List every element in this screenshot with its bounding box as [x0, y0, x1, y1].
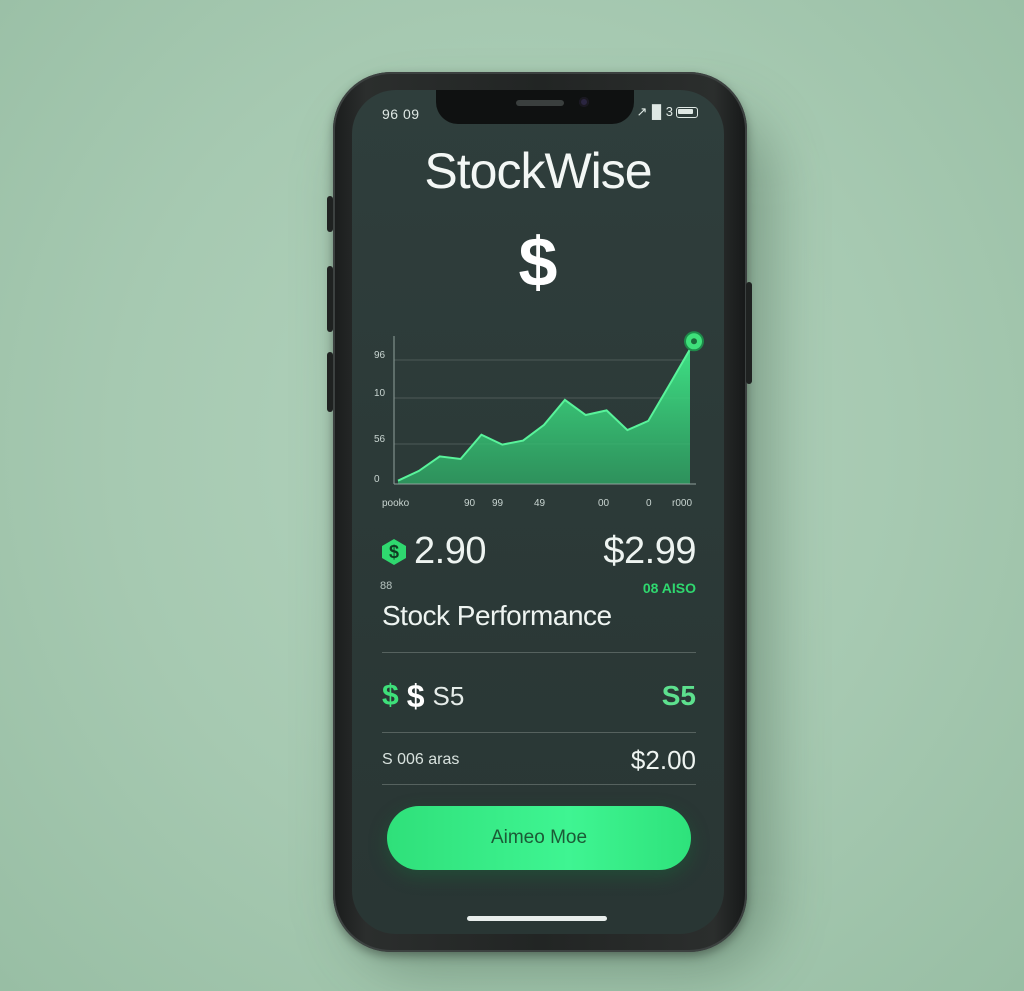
stock-chart: 96 10 56 0 pooko 90 99 49 00 0 r000	[374, 326, 704, 516]
front-camera	[579, 97, 589, 107]
x-tick-label: r000	[672, 498, 693, 509]
mute-switch	[327, 352, 333, 412]
status-time: 96 09	[382, 106, 420, 122]
chart-endpoint-dot	[691, 338, 697, 345]
primary-action-button[interactable]: Aimeo Moe	[387, 806, 691, 870]
comparison-price: $2.99	[603, 530, 696, 572]
power-button	[746, 282, 752, 384]
chart-area	[398, 349, 690, 484]
app-title: StockWise	[424, 143, 652, 199]
home-indicator[interactable]	[467, 916, 607, 921]
battery-icon	[676, 106, 698, 118]
dollar-logo-icon: $	[518, 223, 558, 301]
row-value: $2.00	[630, 744, 696, 775]
row-value: S5	[661, 680, 696, 711]
phone-screen: 96 09 ↗▐▌3 StockWise $ 96 10 56 0 pooko 90 99…	[352, 90, 724, 934]
chart-svg	[393, 331, 704, 485]
x-tick-label: 90	[464, 498, 476, 509]
volume-down-button	[327, 266, 333, 332]
signal-icon: ↗▐▌3	[636, 104, 673, 119]
x-tick-label: 49	[534, 498, 546, 509]
y-tick-label: 0	[374, 474, 380, 485]
current-price: 2.90	[414, 530, 486, 572]
divider	[382, 652, 696, 653]
speaker	[516, 100, 564, 106]
price-sublabel: 88	[380, 580, 393, 592]
x-tick-label: pooko	[382, 498, 410, 509]
price-change-badge: 08 AISO	[642, 580, 696, 596]
status-icons: ↗▐▌3	[636, 104, 698, 120]
notch	[436, 90, 634, 124]
dollar-white-icon: $	[406, 677, 425, 714]
dollar-green-icon: $	[382, 679, 399, 712]
list-item[interactable]: S 006 aras $2.00	[382, 740, 696, 780]
list-item[interactable]: $ $ S5 S5	[382, 676, 696, 716]
price-left: $ 2.90	[380, 530, 486, 573]
x-tick-label: 0	[646, 498, 652, 509]
section-title: Stock Performance	[382, 600, 612, 631]
dollar-coin-icon: $	[382, 538, 406, 565]
x-tick-label: 99	[492, 498, 504, 509]
x-tick-label: 00	[598, 498, 610, 509]
divider	[382, 732, 696, 733]
y-tick-label: 10	[374, 388, 386, 399]
row-label: S 006 aras	[382, 751, 460, 768]
divider	[382, 784, 696, 785]
price-row: $ 2.90 $2.99	[380, 530, 696, 576]
y-tick-label: 56	[374, 434, 386, 445]
svg-text:$: $	[389, 542, 399, 562]
row-label: S5	[432, 680, 465, 711]
y-tick-label: 96	[374, 350, 386, 361]
row-left: $ $ S5	[382, 678, 464, 715]
volume-up-button	[327, 196, 333, 232]
